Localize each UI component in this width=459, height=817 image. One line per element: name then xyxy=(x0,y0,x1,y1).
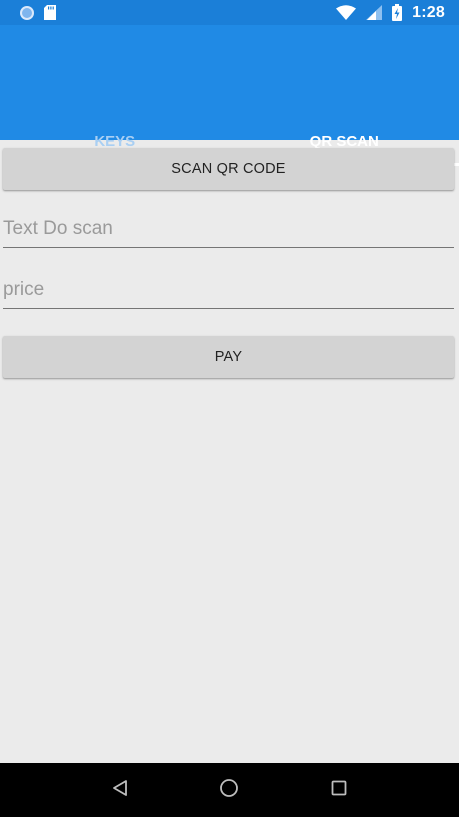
scan-text-input[interactable] xyxy=(3,212,454,247)
home-icon xyxy=(219,778,239,803)
status-right: 1:28 xyxy=(336,4,445,22)
back-button[interactable] xyxy=(100,770,140,810)
recents-icon xyxy=(331,780,347,801)
pay-button[interactable]: PAY xyxy=(3,336,454,378)
scan-qr-code-button[interactable]: SCAN QR CODE xyxy=(3,148,454,190)
tab-qr-scan-label: QR SCAN xyxy=(309,132,379,150)
home-button[interactable] xyxy=(209,770,249,810)
navigation-bar xyxy=(0,763,459,817)
price-field-container xyxy=(3,273,454,309)
wifi-icon xyxy=(336,5,357,20)
battery-charging-icon xyxy=(392,4,403,21)
sd-card-icon xyxy=(44,5,56,20)
status-bar: 1:28 xyxy=(0,0,459,25)
notification-dot-icon xyxy=(20,5,34,20)
status-left xyxy=(20,5,56,20)
screen: 1:28 KEYS QR SCAN SCAN QR CODE PAY xyxy=(0,0,459,817)
back-icon xyxy=(111,779,129,802)
app-bar: KEYS QR SCAN xyxy=(0,25,459,166)
signal-icon xyxy=(366,5,383,20)
recents-button[interactable] xyxy=(319,770,359,810)
price-input[interactable] xyxy=(3,273,454,308)
scan-text-field-container xyxy=(3,212,454,248)
status-time: 1:28 xyxy=(412,3,445,21)
tab-keys-label: KEYS xyxy=(94,132,136,150)
